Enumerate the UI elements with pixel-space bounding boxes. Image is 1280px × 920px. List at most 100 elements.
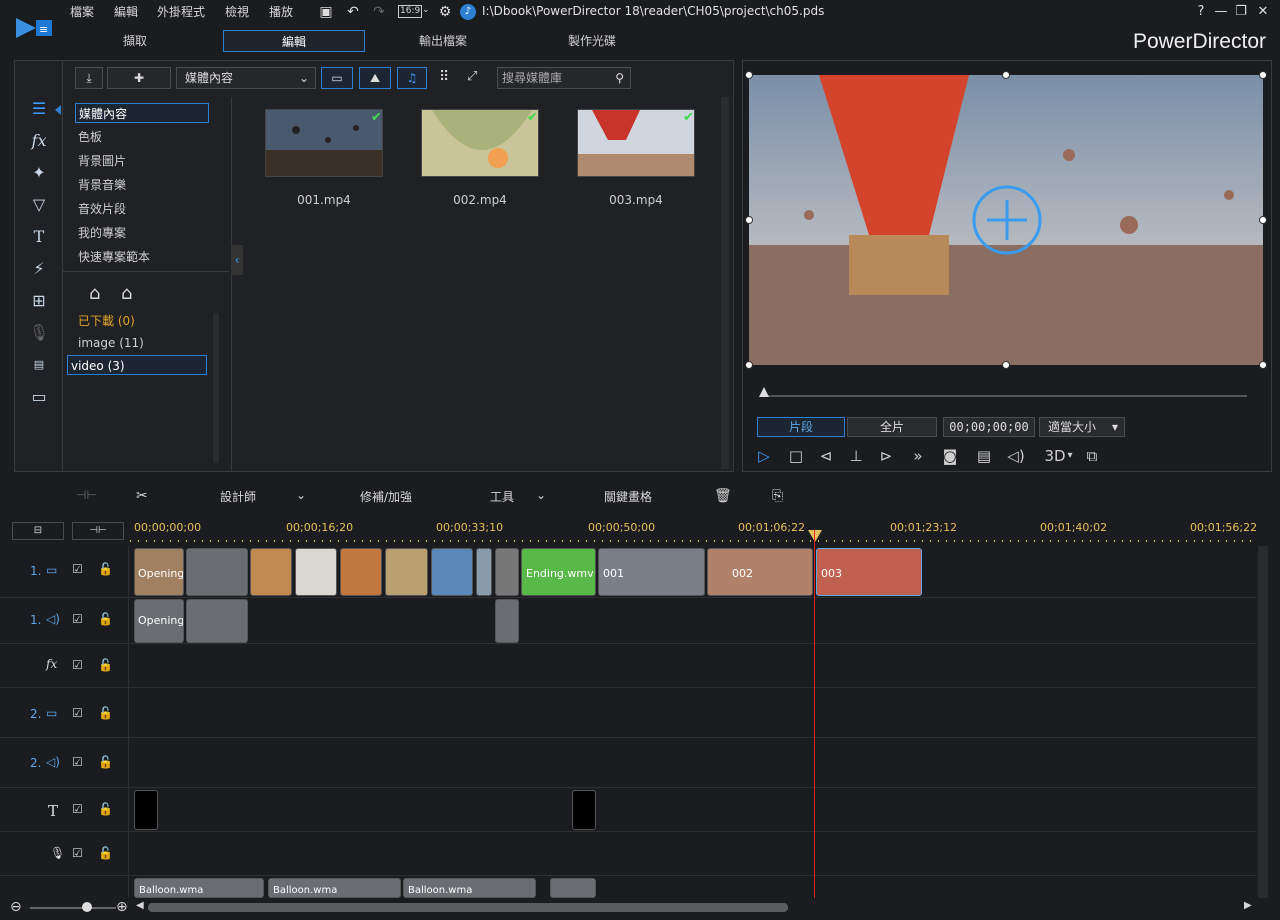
transition-room-icon[interactable]: ⚡ — [25, 257, 53, 281]
timeline-clip[interactable] — [295, 548, 337, 596]
save-icon[interactable]: ▣ — [317, 4, 335, 20]
resize-handle[interactable] — [1259, 216, 1267, 224]
track-manager-button[interactable]: ⊟ — [12, 522, 64, 540]
media-thumb-003[interactable] — [577, 109, 695, 177]
fit-timeline-button[interactable]: ⊣⊢ — [72, 522, 124, 540]
scroll-right-icon[interactable]: ▶ — [1244, 900, 1252, 911]
scroll-left-icon[interactable]: ◀ — [136, 900, 144, 911]
tools-button[interactable]: 工具 — [490, 488, 514, 505]
undo-icon[interactable]: ↶ — [344, 4, 362, 20]
notification-bell-icon[interactable]: ♪ — [460, 4, 476, 20]
tree-item-my-projects[interactable]: 我的專案 — [75, 223, 209, 243]
track-lock-icon[interactable]: 🔓 — [98, 612, 113, 626]
tag-image[interactable]: image (11) — [75, 333, 209, 353]
collapse-tree-button[interactable]: ‹ — [231, 245, 243, 275]
plugin-icon[interactable]: ✚ — [107, 67, 171, 89]
zoom-in-icon[interactable]: ⊕ — [116, 899, 128, 915]
media-thumb-002[interactable] — [421, 109, 539, 177]
cut-scissors-icon[interactable]: ✂ — [136, 488, 148, 504]
chevron-down-icon[interactable]: ⌄ — [536, 488, 546, 502]
title-clip[interactable] — [572, 790, 596, 830]
undock-icon[interactable]: ⧉ — [1081, 445, 1103, 467]
tab-create-disc[interactable]: 製作光碟 — [521, 30, 663, 52]
track-lock-icon[interactable]: 🔓 — [98, 755, 113, 769]
library-scrollbar[interactable] — [721, 97, 729, 469]
fix-enhance-button[interactable]: 修補/加強 — [360, 488, 412, 505]
split-icon[interactable]: ⊣⊢ — [76, 488, 97, 502]
audio-clip[interactable]: Opening — [134, 599, 184, 643]
clip-mode-button[interactable]: 片段 — [757, 417, 845, 437]
timeline-clip[interactable]: Ending.wmv — [521, 548, 596, 596]
timeline-clip[interactable]: Opening — [134, 548, 184, 596]
restore-button[interactable]: ❐ — [1232, 4, 1250, 22]
resize-handle[interactable] — [1259, 71, 1267, 79]
filter-audio-icon[interactable]: ♫ — [397, 67, 427, 89]
track-enable-checkbox[interactable]: ☑ — [72, 562, 83, 576]
search-icon[interactable]: ⚲ — [615, 68, 624, 88]
particle-room-icon[interactable]: ▽ — [25, 193, 53, 217]
expand-icon[interactable]: ⤢ — [467, 69, 477, 84]
subtitle-room-icon[interactable]: ▭ — [25, 385, 53, 409]
settings-gear-icon[interactable]: ⚙ — [436, 4, 454, 20]
effect-room-icon[interactable]: fx — [25, 129, 53, 153]
tag-scrollbar[interactable] — [213, 313, 219, 463]
track-lock-icon[interactable]: 🔓 — [98, 846, 113, 860]
menu-play[interactable]: 播放 — [269, 3, 293, 20]
library-search-input[interactable]: 搜尋媒體庫 ⚲ — [497, 67, 631, 89]
audio-clip[interactable] — [495, 599, 519, 643]
music-clip[interactable]: Balloon.wma — [268, 878, 401, 898]
title-clip[interactable] — [134, 790, 158, 830]
track-enable-checkbox[interactable]: ☑ — [72, 706, 83, 720]
timecode-field[interactable]: 00;00;00;00 — [943, 417, 1035, 437]
filter-video-icon[interactable]: ▭ — [321, 67, 353, 89]
close-button[interactable]: ✕ — [1254, 4, 1272, 22]
media-thumb-001[interactable] — [265, 109, 383, 177]
content-dropdown[interactable]: 媒體內容 ⌄ — [176, 67, 316, 89]
tree-item-sound-clips[interactable]: 音效片段 — [75, 199, 209, 219]
stop-icon[interactable]: □ — [785, 445, 807, 467]
tab-capture[interactable]: 擷取 — [64, 30, 206, 52]
resize-handle[interactable] — [745, 71, 753, 79]
zoom-slider[interactable] — [30, 907, 116, 909]
music-clip[interactable] — [550, 878, 596, 898]
timeline-clip[interactable]: 002 — [707, 548, 813, 596]
previous-frame-icon[interactable]: ⊲ — [815, 445, 837, 467]
help-button[interactable]: ? — [1192, 4, 1210, 22]
track-enable-checkbox[interactable]: ☑ — [72, 612, 83, 626]
preview-seek-bar[interactable] — [763, 395, 1247, 397]
timeline-clip-selected[interactable]: 003 — [816, 548, 922, 596]
timeline-clip[interactable] — [495, 548, 519, 596]
resize-handle[interactable] — [745, 216, 753, 224]
timeline-clip[interactable] — [385, 548, 428, 596]
aspect-ratio-button[interactable]: 16:9 — [398, 5, 423, 18]
preview-video-frame[interactable] — [749, 75, 1263, 365]
track-enable-checkbox[interactable]: ☑ — [72, 658, 83, 672]
timeline-clip[interactable] — [250, 548, 292, 596]
resize-handle[interactable] — [745, 361, 753, 369]
track-lock-icon[interactable]: 🔓 — [98, 658, 113, 672]
seek-slider-handle[interactable] — [759, 387, 769, 397]
resize-handle[interactable] — [1259, 361, 1267, 369]
timeline-clip[interactable] — [476, 548, 492, 596]
volume-icon[interactable]: ◁) — [1005, 445, 1027, 467]
tree-item-media-content[interactable]: 媒體內容 — [75, 103, 209, 123]
chevron-down-icon[interactable]: ⌄ — [296, 488, 306, 502]
audio-clip[interactable] — [186, 599, 248, 643]
timeline-clip[interactable] — [340, 548, 382, 596]
menu-view[interactable]: 檢視 — [225, 3, 249, 20]
movie-mode-button[interactable]: 全片 — [847, 417, 937, 437]
play-icon[interactable]: ▷ — [753, 445, 775, 467]
delete-trash-icon[interactable]: 🗑 — [714, 488, 732, 504]
resize-handle[interactable] — [1002, 361, 1010, 369]
resize-handle[interactable] — [1002, 71, 1010, 79]
menu-edit[interactable]: 編輯 — [114, 3, 138, 20]
add-tag-icon[interactable]: ⌂ — [89, 283, 100, 304]
pip-room-icon[interactable]: ✦ — [25, 161, 53, 185]
track-lock-icon[interactable]: 🔓 — [98, 706, 113, 720]
zoom-slider-handle[interactable] — [82, 902, 92, 912]
zoom-fit-dropdown[interactable]: 適當大小 ▾ — [1039, 417, 1125, 437]
import-media-icon[interactable]: ⤓ — [75, 67, 103, 89]
track-enable-checkbox[interactable]: ☑ — [72, 755, 83, 769]
tab-edit[interactable]: 編輯 — [223, 30, 365, 52]
track-enable-checkbox[interactable]: ☑ — [72, 802, 83, 816]
